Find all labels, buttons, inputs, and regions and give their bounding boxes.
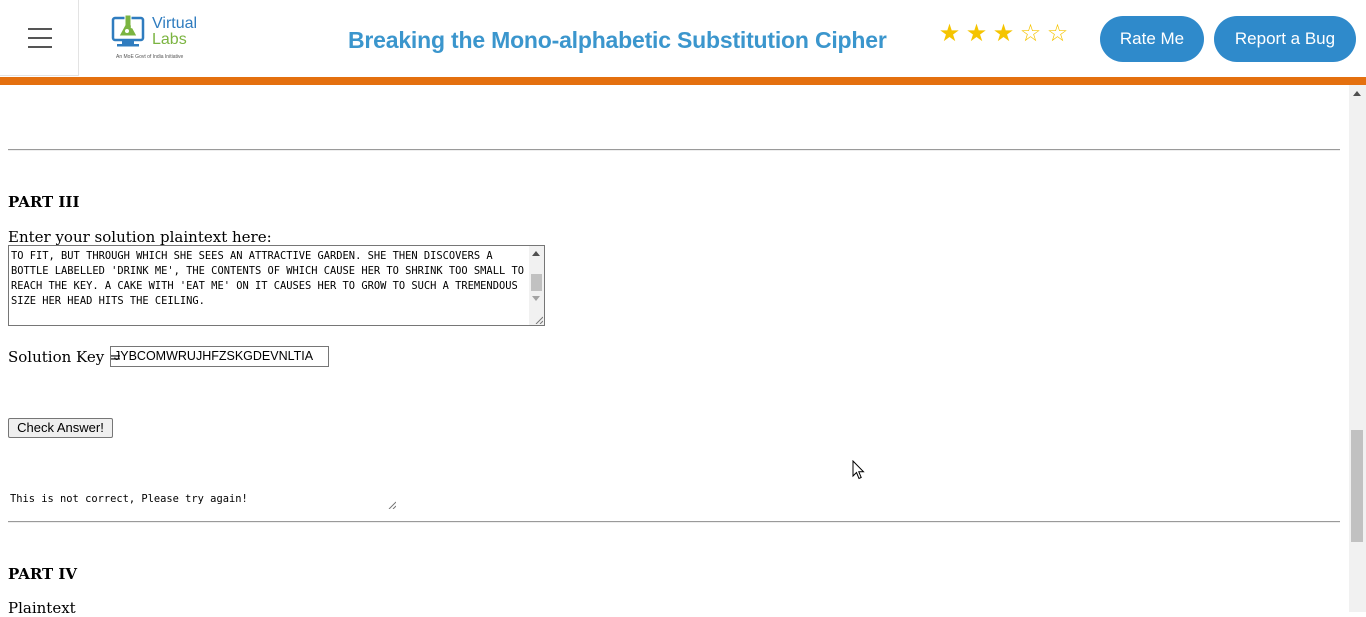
logo-name: Virtual <box>152 15 198 32</box>
section-divider <box>8 149 1340 151</box>
star-filled-icon[interactable]: ★ <box>990 19 1017 47</box>
star-rating[interactable]: ★ ★ ★ ☆ ☆ <box>936 19 1071 47</box>
menu-icon-bar <box>28 46 52 48</box>
plaintext-label: Plaintext <box>8 599 76 617</box>
flask-icon <box>111 14 145 47</box>
plaintext-prompt: Enter your solution plaintext here: <box>8 228 272 246</box>
menu-icon <box>28 28 52 30</box>
resize-grip-icon[interactable] <box>535 316 543 324</box>
page-title: Breaking the Mono-alphabetic Substitutio… <box>348 27 887 53</box>
check-answer-button[interactable]: Check Answer! <box>8 418 113 438</box>
page-scrollbar[interactable] <box>1349 85 1366 612</box>
scroll-up-arrow-icon[interactable] <box>532 251 540 256</box>
scroll-up-arrow-icon[interactable] <box>1353 91 1361 96</box>
hamburger-menu-button[interactable] <box>0 0 79 76</box>
solution-plaintext-value: TO FIT, BUT THROUGH WHICH SHE SEES AN AT… <box>11 250 531 307</box>
menu-icon-bar <box>28 37 52 39</box>
logo-tagline: An MoE Govt of India Initiative <box>116 54 184 60</box>
section-divider <box>8 521 1340 523</box>
resize-grip-icon[interactable] <box>388 501 396 509</box>
textarea-scroll-thumb[interactable] <box>531 274 542 291</box>
part-iii-heading: PART III <box>8 193 80 211</box>
part-iv-heading: PART IV <box>8 565 78 583</box>
solution-key-input[interactable]: JYBCOMWRUJHFZSKGDEVNLTIA <box>110 346 329 367</box>
rate-me-button[interactable]: Rate Me <box>1100 16 1204 62</box>
report-bug-button[interactable]: Report a Bug <box>1214 16 1356 62</box>
header-divider <box>0 77 1366 85</box>
star-empty-icon[interactable]: ☆ <box>1044 19 1071 47</box>
page-scroll-thumb[interactable] <box>1351 430 1363 542</box>
textarea-scrollbar[interactable] <box>529 246 544 325</box>
mouse-cursor-icon <box>852 460 865 480</box>
virtual-labs-logo[interactable]: Virtual Labs An MoE Govt of India Initia… <box>110 12 202 64</box>
logo-sub: Labs <box>152 31 187 48</box>
result-message-textarea[interactable]: This is not correct, Please try again! <box>10 493 396 509</box>
star-filled-icon[interactable]: ★ <box>963 19 990 47</box>
star-filled-icon[interactable]: ★ <box>936 19 963 47</box>
header: Virtual Labs An MoE Govt of India Initia… <box>0 0 1366 77</box>
solution-key-label: Solution Key = <box>8 348 122 366</box>
result-message: This is not correct, Please try again! <box>10 493 248 505</box>
scroll-down-arrow-icon[interactable] <box>532 296 540 301</box>
star-empty-icon[interactable]: ☆ <box>1017 19 1044 47</box>
solution-plaintext-textarea[interactable]: TO FIT, BUT THROUGH WHICH SHE SEES AN AT… <box>8 245 545 326</box>
